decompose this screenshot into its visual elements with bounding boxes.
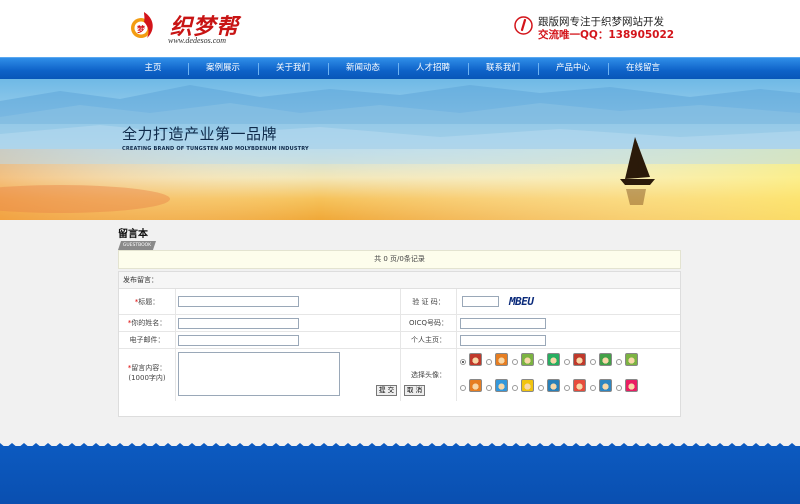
avatar-face-icon[interactable]	[469, 353, 482, 366]
phone-icon	[514, 16, 533, 35]
avatar-face-icon[interactable]	[573, 353, 586, 366]
nav-item-news[interactable]: 新闻动态	[328, 58, 398, 80]
qq-label: OICQ号码：	[400, 315, 457, 331]
cancel-button[interactable]: 取 消	[404, 385, 426, 396]
submit-button[interactable]: 提 交	[376, 385, 398, 396]
avatar-face-icon[interactable]	[521, 353, 534, 366]
content-hint: (1000字内)	[128, 374, 166, 382]
nav-item-cases[interactable]: 案例展示	[188, 58, 258, 80]
site-header: 梦 织梦帮 www.dedesos.com 跟版网专注于织梦网站开发 交流唯一Q…	[0, 0, 800, 57]
homepage-input[interactable]	[460, 335, 546, 346]
captcha-image[interactable]: MBEU	[509, 295, 534, 308]
homepage-label: 个人主页：	[400, 332, 457, 348]
avatar-face-icon[interactable]	[547, 353, 560, 366]
title-label: 标题：	[138, 298, 160, 306]
site-logo[interactable]: 梦 织梦帮 www.dedesos.com	[130, 8, 242, 46]
avatar-radio[interactable]	[564, 359, 570, 365]
footer-band	[0, 446, 800, 504]
email-input[interactable]	[178, 335, 299, 346]
name-label-cell: *你的姓名：	[119, 315, 176, 331]
title-tag: GUESTBOOK	[118, 241, 156, 250]
nav-item-home[interactable]: 主页	[118, 58, 188, 80]
form-row-name: *你的姓名： OICQ号码：	[119, 315, 680, 332]
avatar-radio[interactable]	[512, 359, 518, 365]
nav-item-guestbook[interactable]: 在线留言	[608, 58, 678, 80]
captcha-label: 验 证 码：	[400, 289, 457, 314]
logo-url: www.dedesos.com	[168, 36, 227, 45]
site-footer	[0, 440, 800, 504]
main-nav: 主页 案例展示 关于我们 新闻动态 人才招聘 联系我们 产品中心 在线留言	[0, 57, 800, 79]
name-input[interactable]	[178, 318, 299, 329]
svg-text:梦: 梦	[136, 24, 146, 34]
avatar-radio[interactable]	[590, 359, 596, 365]
avatar-face-icon[interactable]	[625, 353, 638, 366]
avatar-radio[interactable]	[460, 359, 466, 365]
banner-landscape-image	[0, 79, 800, 220]
nav-item-about[interactable]: 关于我们	[258, 58, 328, 80]
avatar-radio[interactable]	[616, 359, 622, 365]
guestbook-form: 发布留言： *标题： 验 证 码： MBEU *你的姓名： OICQ号码： 电子…	[118, 271, 681, 417]
form-buttons: 提 交 取 消	[119, 383, 680, 397]
contact-qq: 交流唯一QQ：138905022	[538, 29, 675, 41]
nav-item-jobs[interactable]: 人才招聘	[398, 58, 468, 80]
avatar-radio[interactable]	[538, 359, 544, 365]
qq-input[interactable]	[460, 318, 546, 329]
title-input[interactable]	[178, 296, 299, 307]
nav-item-products[interactable]: 产品中心	[538, 58, 608, 80]
form-row-email: 电子邮件： 个人主页：	[119, 332, 680, 349]
content-label: 留言内容：	[131, 364, 167, 372]
hero-banner: 全力打造产业第一品牌 CREATING BRAND OF TUNGSTEN AN…	[0, 79, 800, 220]
form-heading: 发布留言：	[119, 272, 680, 289]
avatar-radio[interactable]	[486, 359, 492, 365]
nav-item-contact[interactable]: 联系我们	[468, 58, 538, 80]
avatar-face-icon[interactable]	[599, 353, 612, 366]
banner-slogan-english: CREATING BRAND OF TUNGSTEN AND MOLYBDENU…	[122, 146, 309, 152]
contact-info: 跟版网专注于织梦网站开发 交流唯一QQ：138905022	[514, 14, 674, 44]
title-label-cell: *标题：	[119, 289, 176, 314]
avatar-face-icon[interactable]	[495, 353, 508, 366]
pagination-summary: 共 0 页/0条记录	[118, 250, 681, 269]
email-label: 电子邮件：	[119, 332, 176, 348]
form-row-title: *标题： 验 证 码： MBEU	[119, 289, 680, 315]
flame-logo-icon: 梦	[131, 12, 153, 38]
name-label: 你的姓名：	[131, 319, 167, 327]
page-title: 留言本	[118, 229, 148, 240]
captcha-input[interactable]	[462, 296, 499, 307]
banner-slogan: 全力打造产业第一品牌	[122, 125, 278, 143]
